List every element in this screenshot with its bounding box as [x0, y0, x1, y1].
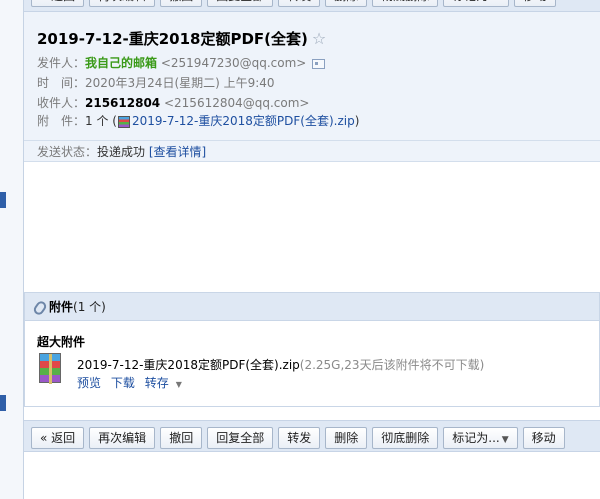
left-panel-strip [0, 0, 24, 499]
save-to-label: 转存 [144, 376, 169, 390]
top-toolbar: « 返回再次编辑撤回回复全部转发删除彻底删除 标记为... 移动 [24, 0, 600, 12]
attachment-link[interactable]: 2019-7-12-重庆2018定额PDF(全套).zip [132, 114, 355, 128]
from-label: 发件人： [37, 56, 86, 70]
from-address: <251947230@qq.com> [160, 56, 307, 70]
delete-button[interactable]: 删除 [325, 0, 368, 7]
send-status-row: 发送状态：投递成功 [查看详情] [37, 143, 206, 160]
back-button[interactable]: « 返回 [31, 427, 85, 449]
attachment-close-paren: ) [354, 114, 360, 128]
large-attachment-title: 超大附件 [37, 335, 86, 349]
attachments-header: 附件(1 个) [25, 293, 599, 321]
forward-button[interactable]: 转发 [278, 427, 321, 449]
delete-permanent-button[interactable]: 彻底删除 [372, 0, 439, 7]
to-row: 收件人：215612804 <215612804@qq.com> [37, 94, 309, 111]
attachment-count: 1 个 ( [85, 114, 117, 128]
preview-link[interactable]: 预览 [77, 376, 101, 390]
delete-permanent-button[interactable]: 彻底删除 [372, 427, 439, 449]
recall-button[interactable]: 撤回 [160, 427, 203, 449]
time-label: 时 间： [37, 76, 86, 90]
from-name[interactable]: 我自己的邮箱 [85, 56, 157, 70]
send-status-label: 发送状态： [37, 145, 98, 159]
mail-subject: 2019-7-12-重庆2018定额PDF(全套) ☆ [37, 28, 326, 49]
scroll-marker [0, 192, 6, 208]
mark-as-button[interactable]: 标记为... ▼ [443, 427, 518, 449]
attachment-file-name: 2019-7-12-重庆2018定额PDF(全套).zip(2.25G,23天后… [77, 356, 484, 373]
attachment-actions: 预览 下载 转存 ▼ [77, 374, 194, 391]
reply-all-button[interactable]: 回复全部 [207, 0, 274, 7]
contact-card-icon[interactable] [312, 58, 326, 69]
move-button[interactable]: 移动 [513, 0, 556, 7]
header-divider [24, 140, 600, 141]
to-name[interactable]: 215612804 [85, 96, 160, 110]
attachment-row: 附 件：1 个 ( 2019-7-12-重庆2018定额PDF(全套).zip) [37, 112, 359, 129]
from-row: 发件人：我自己的邮箱 <251947230@qq.com> [37, 54, 326, 71]
bottom-toolbar: « 返回 再次编辑 撤回 回复全部 转发 删除 彻底删除 标记为... ▼ 移动 [24, 420, 600, 452]
send-status-value: 投递成功 [97, 145, 146, 159]
reply-all-button[interactable]: 回复全部 [207, 427, 274, 449]
file-expiry-note: (2.25G,23天后该附件将不可下载) [299, 358, 485, 372]
forward-button[interactable]: 转发 [278, 0, 321, 7]
time-value: 2020年3月24日(星期二) 上午9:40 [85, 76, 275, 90]
chevron-down-icon: ▼ [501, 435, 509, 445]
to-address: <215612804@qq.com> [163, 96, 310, 110]
back-button[interactable]: « 返回 [31, 0, 85, 7]
recall-button[interactable]: 撤回 [160, 0, 203, 7]
view-details-link[interactable]: [查看详情] [149, 145, 206, 159]
reedit-button[interactable]: 再次编辑 [89, 427, 156, 449]
mark-as-label: 标记为... [452, 431, 500, 445]
delete-button[interactable]: 删除 [325, 427, 368, 449]
download-link[interactable]: 下载 [111, 376, 135, 390]
attachments-count: (1 个) [73, 300, 106, 314]
mail-view: « 返回再次编辑撤回回复全部转发删除彻底删除标记为...移动 2019-7-12… [24, 0, 600, 499]
chevron-down-icon: ▼ [175, 380, 182, 389]
attachment-label: 附 件： [37, 114, 86, 128]
subject-text: 2019-7-12-重庆2018定额PDF(全套) [37, 30, 308, 48]
mark-as-button[interactable]: 标记为... [443, 0, 509, 7]
time-row: 时 间：2020年3月24日(星期二) 上午9:40 [37, 74, 275, 91]
mark-as-label: 标记为... [452, 0, 499, 3]
to-label: 收件人： [37, 96, 86, 110]
zip-file-icon [117, 115, 130, 128]
mail-header: 2019-7-12-重庆2018定额PDF(全套) ☆ 发件人：我自己的邮箱 <2… [24, 12, 600, 162]
zip-file-icon[interactable] [39, 353, 61, 384]
file-name-text[interactable]: 2019-7-12-重庆2018定额PDF(全套).zip [77, 358, 300, 372]
scroll-marker [0, 395, 6, 411]
move-button[interactable]: 移动 [522, 427, 565, 449]
star-icon[interactable]: ☆ [312, 29, 326, 48]
reedit-button[interactable]: 再次编辑 [89, 0, 156, 7]
save-to-link[interactable]: 转存 ▼ [145, 376, 188, 390]
attachments-title: 附件 [49, 300, 74, 314]
paperclip-icon [31, 298, 49, 317]
attachments-panel: 附件(1 个) 超大附件 2019-7-12-重庆2018定额PDF(全套).z… [24, 292, 600, 407]
